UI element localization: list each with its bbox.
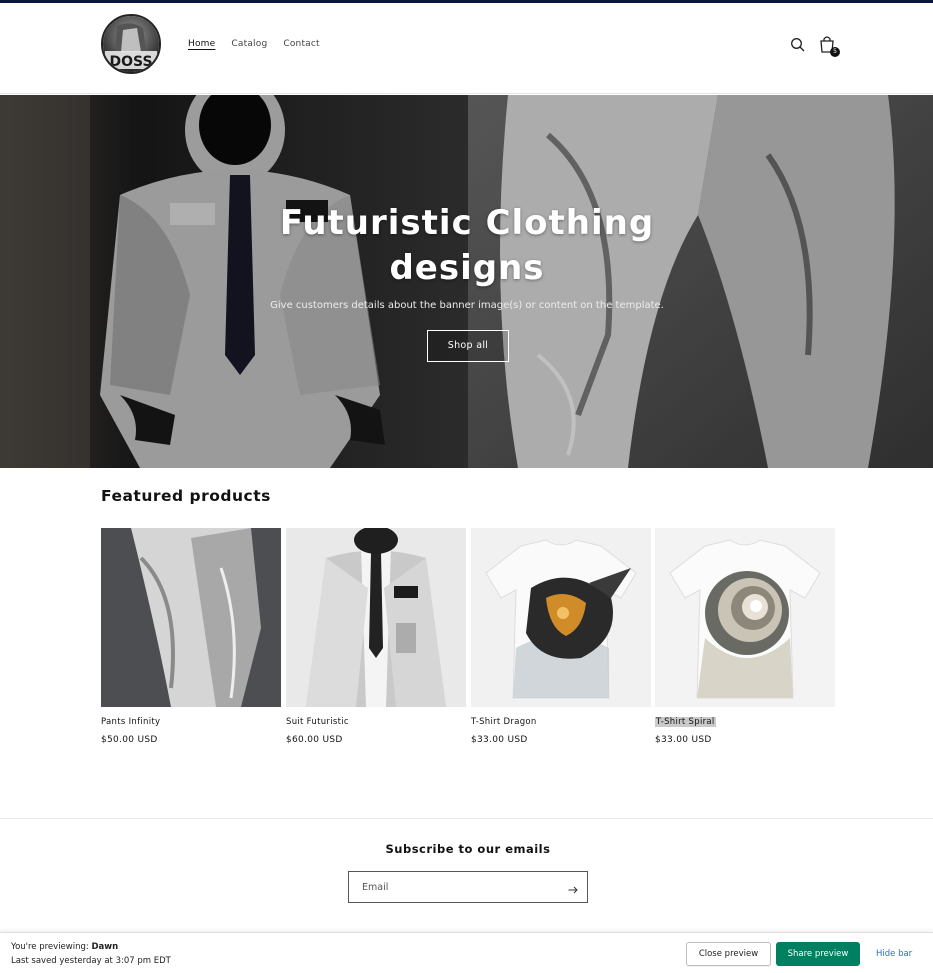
product-card[interactable]: Suit Futuristic $60.00 USD (286, 528, 466, 745)
product-image[interactable] (655, 528, 835, 707)
hero-title: Futuristic Clothing designs (279, 203, 655, 288)
featured-products-heading: Featured products (101, 487, 271, 505)
cart-count-badge: 5 (830, 47, 840, 57)
product-image[interactable] (286, 528, 466, 707)
last-saved-text: Last saved yesterday at 3:07 pm EDT (11, 956, 171, 966)
hero-subtitle: Give customers details about the banner … (270, 300, 664, 311)
product-name[interactable]: T-Shirt Dragon (471, 717, 537, 727)
newsletter-form (348, 871, 588, 903)
product-card[interactable]: T-Shirt Spiral $33.00 USD (655, 528, 835, 745)
hide-bar-link[interactable]: Hide bar (876, 949, 912, 959)
search-icon (791, 38, 805, 52)
arrow-right-icon (568, 886, 578, 894)
product-card[interactable]: T-Shirt Dragon $33.00 USD (471, 528, 651, 745)
theme-preview-bar: You're previewing: Dawn Last saved yeste… (0, 932, 933, 973)
newsletter-submit-button[interactable] (567, 881, 579, 894)
logo-text: DOSS (109, 54, 152, 70)
site-header: DOSS Home Catalog Contact 5 (0, 3, 933, 94)
hero-banner: Futuristic Clothing designs Give custome… (0, 95, 933, 468)
nav-catalog[interactable]: Catalog (231, 39, 267, 49)
theme-name: Dawn (91, 942, 119, 952)
product-price: $33.00 USD (655, 735, 712, 745)
share-preview-button[interactable]: Share preview (776, 942, 860, 966)
product-name[interactable]: T-Shirt Spiral (655, 717, 716, 727)
search-button[interactable] (789, 36, 807, 54)
email-input[interactable] (349, 872, 559, 902)
nav-home[interactable]: Home (188, 39, 215, 49)
product-price: $60.00 USD (286, 735, 343, 745)
nav-contact[interactable]: Contact (283, 39, 319, 49)
previewing-text: You're previewing: Dawn (11, 942, 118, 952)
cart-button[interactable]: 5 (818, 33, 840, 57)
previewing-label: You're previewing: (11, 942, 92, 952)
store-logo[interactable]: DOSS (101, 14, 161, 74)
newsletter-heading: Subscribe to our emails (385, 842, 551, 856)
section-divider (0, 818, 933, 819)
product-card[interactable]: Pants Infinity $50.00 USD (101, 528, 281, 745)
product-price: $50.00 USD (101, 735, 158, 745)
product-image[interactable] (471, 528, 651, 707)
product-name[interactable]: Pants Infinity (101, 717, 160, 727)
main-nav: Home Catalog Contact (188, 39, 320, 49)
product-image[interactable] (101, 528, 281, 707)
shop-all-button[interactable]: Shop all (427, 330, 509, 362)
close-preview-button[interactable]: Close preview (686, 942, 771, 966)
product-name[interactable]: Suit Futuristic (286, 717, 349, 727)
product-price: $33.00 USD (471, 735, 528, 745)
logo-image: DOSS (103, 16, 159, 72)
